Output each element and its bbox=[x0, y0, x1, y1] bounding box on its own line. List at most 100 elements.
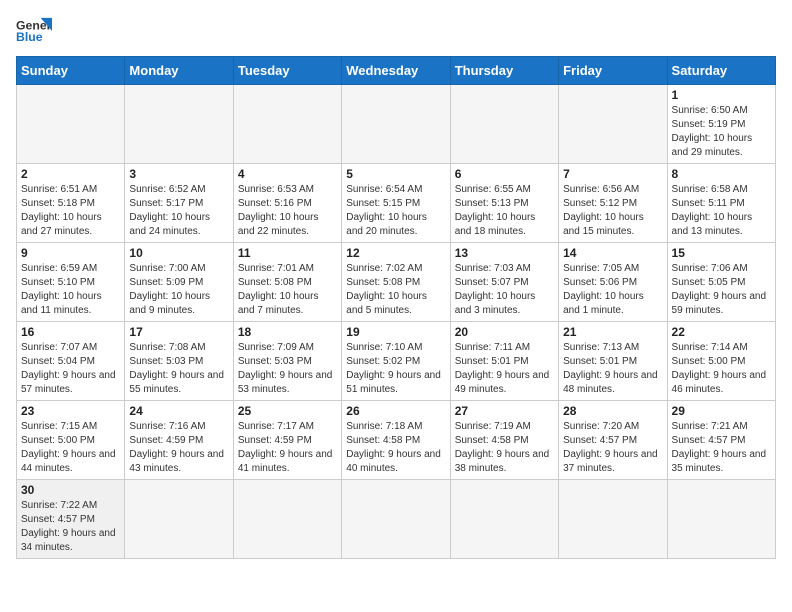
weekday-header-thursday: Thursday bbox=[450, 57, 558, 85]
day-number: 4 bbox=[238, 167, 337, 181]
day-number: 27 bbox=[455, 404, 554, 418]
day-info: Sunrise: 7:17 AM Sunset: 4:59 PM Dayligh… bbox=[238, 420, 337, 476]
day-info: Sunrise: 7:18 AM Sunset: 4:58 PM Dayligh… bbox=[346, 420, 445, 476]
day-number: 1 bbox=[672, 88, 771, 102]
day-cell: 17Sunrise: 7:08 AM Sunset: 5:03 PM Dayli… bbox=[125, 322, 233, 401]
day-cell: 10 Sunrise: 7:00 AM Sunset: 5:09 PM Dayli… bbox=[125, 243, 233, 322]
logo: General Blue bbox=[16, 16, 56, 46]
day-cell: 26 Sunrise: 7:18 AM Sunset: 4:58 PM Dayli… bbox=[342, 401, 450, 480]
day-cell bbox=[17, 85, 125, 164]
day-number: 26 bbox=[346, 404, 445, 418]
week-row-5: 30 Sunrise: 7:22 AM Sunset: 4:57 PM Dayli… bbox=[17, 480, 776, 559]
day-number: 5 bbox=[346, 167, 445, 181]
day-info: Sunrise: 6:56 AM Sunset: 5:12 PM Dayligh… bbox=[563, 183, 662, 239]
page: General Blue SundayMondayTuesdayWednesda… bbox=[0, 0, 792, 567]
generalblue-icon: General Blue bbox=[16, 16, 52, 46]
day-number: 14 bbox=[563, 246, 662, 260]
day-info: Sunrise: 7:06 AM Sunset: 5:05 PM Dayligh… bbox=[672, 262, 771, 318]
day-info: Sunrise: 7:22 AM Sunset: 4:57 PM Dayligh… bbox=[21, 499, 120, 555]
day-info: Sunrise: 7:21 AM Sunset: 4:57 PM Dayligh… bbox=[672, 420, 771, 476]
day-info: Sunrise: 7:10 AM Sunset: 5:02 PM Dayligh… bbox=[346, 341, 445, 397]
day-cell bbox=[450, 480, 558, 559]
day-info: Sunrise: 7:07 AM Sunset: 5:04 PM Dayligh… bbox=[21, 341, 120, 397]
week-row-0: 1Sunrise: 6:50 AM Sunset: 5:19 PM Daylig… bbox=[17, 85, 776, 164]
day-info: Sunrise: 6:53 AM Sunset: 5:16 PM Dayligh… bbox=[238, 183, 337, 239]
day-number: 16 bbox=[21, 325, 120, 339]
day-cell: 25 Sunrise: 7:17 AM Sunset: 4:59 PM Dayli… bbox=[233, 401, 341, 480]
day-info: Sunrise: 7:09 AM Sunset: 5:03 PM Dayligh… bbox=[238, 341, 337, 397]
day-info: Sunrise: 6:51 AM Sunset: 5:18 PM Dayligh… bbox=[21, 183, 120, 239]
day-cell: 23Sunrise: 7:15 AM Sunset: 5:00 PM Dayli… bbox=[17, 401, 125, 480]
day-cell: 15 Sunrise: 7:06 AM Sunset: 5:05 PM Dayli… bbox=[667, 243, 775, 322]
day-cell bbox=[342, 480, 450, 559]
day-cell: 3 Sunrise: 6:52 AM Sunset: 5:17 PM Daylig… bbox=[125, 164, 233, 243]
day-cell: 14Sunrise: 7:05 AM Sunset: 5:06 PM Dayli… bbox=[559, 243, 667, 322]
weekday-header-wednesday: Wednesday bbox=[342, 57, 450, 85]
week-row-3: 16 Sunrise: 7:07 AM Sunset: 5:04 PM Dayli… bbox=[17, 322, 776, 401]
day-cell: 6Sunrise: 6:55 AM Sunset: 5:13 PM Daylig… bbox=[450, 164, 558, 243]
day-cell bbox=[559, 480, 667, 559]
day-number: 25 bbox=[238, 404, 337, 418]
day-number: 21 bbox=[563, 325, 662, 339]
day-number: 13 bbox=[455, 246, 554, 260]
day-number: 3 bbox=[129, 167, 228, 181]
day-cell: 9Sunrise: 6:59 AM Sunset: 5:10 PM Daylig… bbox=[17, 243, 125, 322]
svg-text:Blue: Blue bbox=[16, 30, 43, 44]
day-number: 24 bbox=[129, 404, 228, 418]
day-info: Sunrise: 7:14 AM Sunset: 5:00 PM Dayligh… bbox=[672, 341, 771, 397]
day-cell: 13Sunrise: 7:03 AM Sunset: 5:07 PM Dayli… bbox=[450, 243, 558, 322]
day-cell: 19 Sunrise: 7:10 AM Sunset: 5:02 PM Dayli… bbox=[342, 322, 450, 401]
day-cell: 11 Sunrise: 7:01 AM Sunset: 5:08 PM Dayli… bbox=[233, 243, 341, 322]
day-info: Sunrise: 7:16 AM Sunset: 4:59 PM Dayligh… bbox=[129, 420, 228, 476]
day-number: 29 bbox=[672, 404, 771, 418]
day-info: Sunrise: 7:20 AM Sunset: 4:57 PM Dayligh… bbox=[563, 420, 662, 476]
day-info: Sunrise: 6:52 AM Sunset: 5:17 PM Dayligh… bbox=[129, 183, 228, 239]
week-row-4: 23Sunrise: 7:15 AM Sunset: 5:00 PM Dayli… bbox=[17, 401, 776, 480]
day-cell bbox=[342, 85, 450, 164]
day-cell: 5 Sunrise: 6:54 AM Sunset: 5:15 PM Daylig… bbox=[342, 164, 450, 243]
weekday-header-row: SundayMondayTuesdayWednesdayThursdayFrid… bbox=[17, 57, 776, 85]
day-number: 28 bbox=[563, 404, 662, 418]
day-info: Sunrise: 7:01 AM Sunset: 5:08 PM Dayligh… bbox=[238, 262, 337, 318]
day-number: 15 bbox=[672, 246, 771, 260]
day-cell: 27 Sunrise: 7:19 AM Sunset: 4:58 PM Dayli… bbox=[450, 401, 558, 480]
day-number: 2 bbox=[21, 167, 120, 181]
day-cell: 28 Sunrise: 7:20 AM Sunset: 4:57 PM Dayli… bbox=[559, 401, 667, 480]
day-number: 11 bbox=[238, 246, 337, 260]
day-info: Sunrise: 7:11 AM Sunset: 5:01 PM Dayligh… bbox=[455, 341, 554, 397]
day-number: 30 bbox=[21, 483, 120, 497]
day-cell: 12Sunrise: 7:02 AM Sunset: 5:08 PM Dayli… bbox=[342, 243, 450, 322]
day-number: 22 bbox=[672, 325, 771, 339]
day-cell: 20 Sunrise: 7:11 AM Sunset: 5:01 PM Dayli… bbox=[450, 322, 558, 401]
day-info: Sunrise: 7:13 AM Sunset: 5:01 PM Dayligh… bbox=[563, 341, 662, 397]
day-cell bbox=[125, 480, 233, 559]
day-info: Sunrise: 7:19 AM Sunset: 4:58 PM Dayligh… bbox=[455, 420, 554, 476]
day-number: 8 bbox=[672, 167, 771, 181]
day-cell bbox=[667, 480, 775, 559]
weekday-header-tuesday: Tuesday bbox=[233, 57, 341, 85]
day-number: 19 bbox=[346, 325, 445, 339]
day-number: 7 bbox=[563, 167, 662, 181]
header: General Blue bbox=[16, 16, 776, 46]
day-info: Sunrise: 6:55 AM Sunset: 5:13 PM Dayligh… bbox=[455, 183, 554, 239]
day-number: 23 bbox=[21, 404, 120, 418]
day-info: Sunrise: 7:00 AM Sunset: 5:09 PM Dayligh… bbox=[129, 262, 228, 318]
day-info: Sunrise: 7:02 AM Sunset: 5:08 PM Dayligh… bbox=[346, 262, 445, 318]
day-info: Sunrise: 6:59 AM Sunset: 5:10 PM Dayligh… bbox=[21, 262, 120, 318]
day-cell: 24 Sunrise: 7:16 AM Sunset: 4:59 PM Dayli… bbox=[125, 401, 233, 480]
day-cell bbox=[125, 85, 233, 164]
week-row-2: 9Sunrise: 6:59 AM Sunset: 5:10 PM Daylig… bbox=[17, 243, 776, 322]
day-cell: 29 Sunrise: 7:21 AM Sunset: 4:57 PM Dayli… bbox=[667, 401, 775, 480]
week-row-1: 2 Sunrise: 6:51 AM Sunset: 5:18 PM Daylig… bbox=[17, 164, 776, 243]
day-info: Sunrise: 7:08 AM Sunset: 5:03 PM Dayligh… bbox=[129, 341, 228, 397]
day-cell: 4 Sunrise: 6:53 AM Sunset: 5:16 PM Daylig… bbox=[233, 164, 341, 243]
day-number: 20 bbox=[455, 325, 554, 339]
day-cell: 1Sunrise: 6:50 AM Sunset: 5:19 PM Daylig… bbox=[667, 85, 775, 164]
day-cell: 16 Sunrise: 7:07 AM Sunset: 5:04 PM Dayli… bbox=[17, 322, 125, 401]
day-cell: 8Sunrise: 6:58 AM Sunset: 5:11 PM Daylig… bbox=[667, 164, 775, 243]
day-cell bbox=[233, 480, 341, 559]
day-number: 10 bbox=[129, 246, 228, 260]
day-cell: 21 Sunrise: 7:13 AM Sunset: 5:01 PM Dayli… bbox=[559, 322, 667, 401]
day-info: Sunrise: 6:54 AM Sunset: 5:15 PM Dayligh… bbox=[346, 183, 445, 239]
day-cell: 30 Sunrise: 7:22 AM Sunset: 4:57 PM Dayli… bbox=[17, 480, 125, 559]
